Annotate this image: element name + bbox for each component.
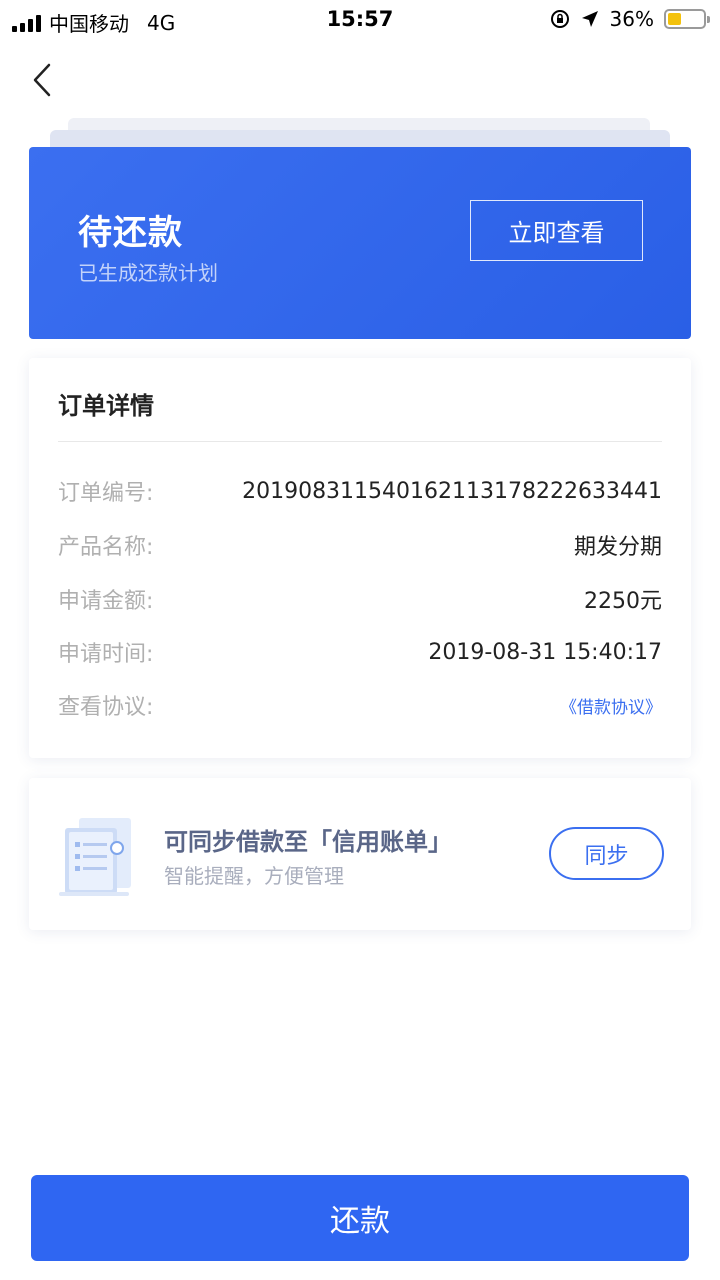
- row-label: 申请时间:: [58, 642, 154, 667]
- back-button[interactable]: [22, 58, 62, 102]
- apply-time-row: 申请时间: 2019-08-31 15:40:17: [58, 637, 662, 668]
- agreement-row: 查看协议: 《借款协议》: [58, 690, 662, 720]
- product-name-row: 产品名称: 期发分期: [58, 530, 662, 560]
- loan-agreement-link[interactable]: 《借款协议》: [560, 693, 662, 718]
- amount-value: 2250元: [584, 589, 662, 614]
- sync-title: 可同步借款至「信用账单」: [164, 828, 452, 856]
- apply-time-value: 2019-08-31 15:40:17: [428, 639, 662, 665]
- row-label: 申请金额:: [58, 589, 154, 614]
- status-subtitle: 已生成还款计划: [78, 261, 218, 285]
- row-label: 查看协议:: [58, 695, 154, 720]
- battery-percent: 36%: [609, 7, 654, 31]
- screen: 中国移动 4G 15:57 36% 待还款 已生成还款计划 立即查看 订单详情 …: [0, 0, 720, 1280]
- sync-credit-bill-card: 可同步借款至「信用账单」 智能提醒，方便管理 同步: [29, 778, 691, 930]
- order-number-row: 订单编号: 201908311540162113178222633441: [58, 476, 662, 507]
- status-title: 待还款: [78, 213, 183, 253]
- row-label: 产品名称:: [58, 535, 154, 560]
- sync-button[interactable]: 同步: [549, 827, 664, 880]
- battery-icon: [664, 9, 710, 29]
- location-arrow-icon: [581, 11, 598, 27]
- sync-subtitle: 智能提醒，方便管理: [164, 864, 344, 888]
- bill-document-icon: [59, 818, 131, 896]
- order-details-card: 订单详情 订单编号: 20190831154016211317822263344…: [29, 358, 691, 758]
- amount-row: 申请金额: 2250元: [58, 584, 662, 614]
- order-details-title: 订单详情: [58, 392, 154, 420]
- row-label: 订单编号:: [58, 481, 154, 506]
- product-name-value: 期发分期: [573, 535, 662, 560]
- rotation-lock-icon: [550, 10, 569, 28]
- view-now-button[interactable]: 立即查看: [470, 200, 643, 261]
- status-right: 36%: [550, 7, 710, 31]
- divider: [58, 441, 662, 442]
- order-number-value: 201908311540162113178222633441: [242, 478, 662, 504]
- repay-button[interactable]: 还款: [31, 1175, 689, 1261]
- status-bar: 中国移动 4G 15:57 36%: [0, 0, 720, 40]
- chevron-left-icon: [33, 63, 51, 97]
- repayment-status-card: 待还款 已生成还款计划 立即查看: [29, 147, 691, 339]
